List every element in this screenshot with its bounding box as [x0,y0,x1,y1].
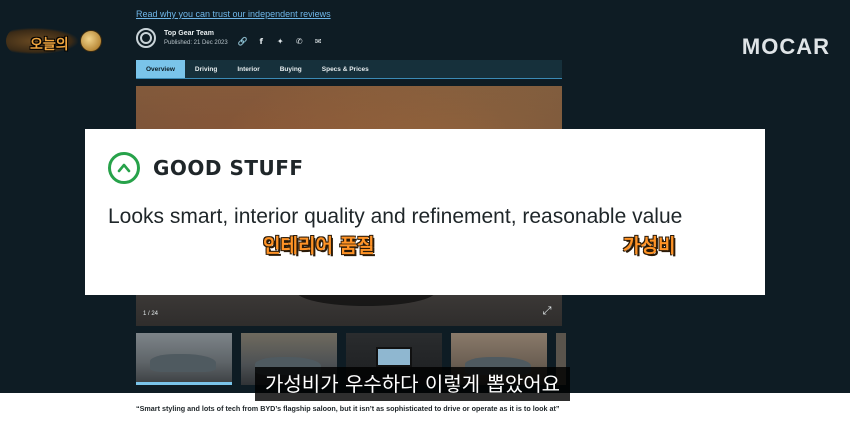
channel-logo-coin-icon [80,30,102,52]
annotation-value: 가성비 [623,235,676,257]
author-meta: Top Gear Team Published: 21 Dec 2023 [164,30,228,46]
tab-specs-prices[interactable]: Specs & Prices [312,60,379,78]
thumbnail-car [150,354,216,372]
chevron-up-icon [108,152,140,184]
thumbnail-dashboard [376,347,412,367]
tab-driving[interactable]: Driving [185,60,227,78]
email-icon[interactable]: ✉ [314,38,323,46]
author-avatar [136,28,156,48]
whatsapp-icon[interactable]: ✆ [295,38,304,46]
tab-buying[interactable]: Buying [270,60,312,78]
review-tabs: Overview Driving Interior Buying Specs &… [136,60,562,79]
author-row: Top Gear Team Published: 21 Dec 2023 🔗 f… [136,26,323,50]
facebook-icon[interactable]: f [257,38,266,46]
good-stuff-heading: GOOD STUFF [153,156,304,180]
video-subtitle: 가성비가 우수하다 이렇게 뽑았어요 [255,367,571,401]
brand-logo: MOCAR [741,34,830,59]
video-frame: Read why you can trust our independent r… [0,0,850,425]
good-stuff-card: GOOD STUFF Looks smart, interior quality… [85,129,765,295]
good-stuff-text: Looks smart, interior quality and refine… [108,205,683,228]
publish-date: Published: 21 Dec 2023 [164,40,228,46]
link-icon[interactable]: 🔗 [238,38,248,46]
twitter-icon[interactable]: ✦ [276,38,285,46]
share-icons: 🔗 f ✦ ✆ ✉ [238,38,323,46]
thumbnail-1[interactable] [136,333,232,385]
author-name[interactable]: Top Gear Team [164,30,228,37]
verdict-quote: “Smart styling and lots of tech from BYD… [136,404,560,413]
annotation-interior-quality: 인테리어 품질 [263,235,375,257]
expand-icon[interactable]: ⤢ [541,305,553,317]
tab-overview[interactable]: Overview [136,60,185,78]
trust-reviews-link[interactable]: Read why you can trust our independent r… [136,9,331,19]
gallery-counter: 1 / 24 [143,311,159,317]
channel-logo: 오늘의 [6,26,102,58]
channel-logo-text: 오늘의 [30,37,69,53]
tab-interior[interactable]: Interior [227,60,269,78]
